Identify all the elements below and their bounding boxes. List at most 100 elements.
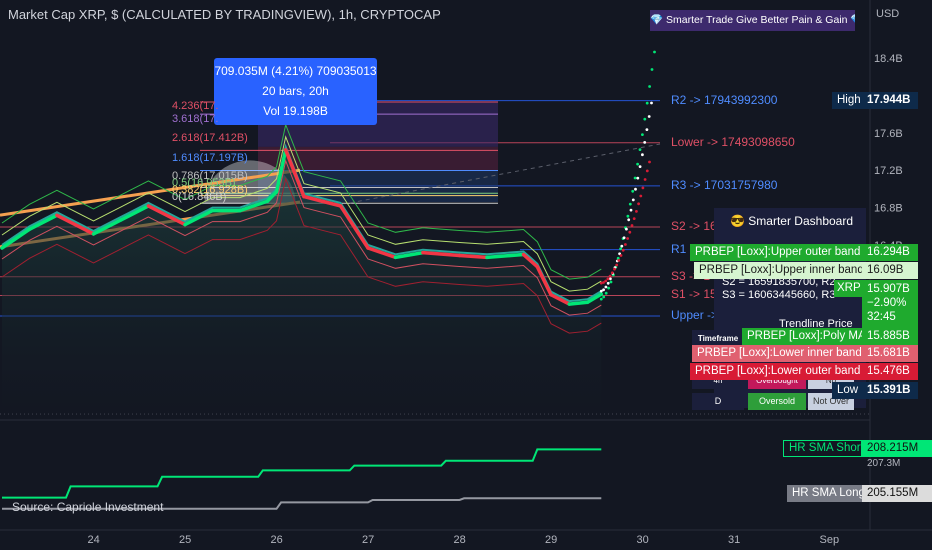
tag-lower-inner-label: PRBEP [Loxx]:Lower inner band: [692, 345, 862, 362]
projection-dot: [622, 236, 626, 240]
projection-dot: [621, 248, 625, 252]
tag-xrp-change: −2.90%: [867, 297, 907, 309]
level-label: R1: [671, 241, 687, 256]
projection-dot: [639, 194, 643, 198]
tag-poly-ma-value: 15.885B: [862, 328, 918, 345]
poly-ma-segment: [567, 300, 590, 306]
projection-dot: [620, 244, 624, 248]
projection-dot: [631, 189, 635, 193]
tag-upper-inner-label: PRBEP [Loxx]:Upper inner band: [694, 262, 864, 279]
tag-hr-short-label: HR SMA Short: [783, 440, 864, 457]
x-tick-label: 28: [454, 534, 466, 546]
projection-dot: [635, 210, 638, 213]
projection-dot: [607, 286, 610, 290]
hr-sma-short-line: [2, 448, 602, 499]
projection-dot: [613, 267, 616, 271]
projection-dots: [599, 50, 656, 301]
projection-dot: [602, 288, 605, 292]
x-axis: 24 25 26 27 28 29 30 31 Sep: [88, 534, 840, 546]
chart-title: Market Cap XRP, $ (CALCULATED BY TRADING…: [8, 7, 441, 22]
tag-upper-outer-value: 16.294B: [862, 244, 918, 261]
projection-dot: [641, 133, 644, 137]
tag-low-value: 15.391B: [862, 382, 918, 399]
tag-xrp-value: 15.907B: [867, 283, 910, 295]
tag-high-value: 17.944B: [862, 92, 918, 109]
projection-dot: [630, 224, 634, 227]
projection-dot: [608, 274, 612, 278]
projection-dot: [653, 50, 656, 54]
promo-banner: 💎 Smarter Trade Give Better Pain & Gain …: [650, 10, 855, 31]
projection-dot: [606, 281, 610, 285]
projection-dot: [624, 243, 627, 246]
projection-dot: [650, 101, 653, 105]
projection-dot: [636, 162, 639, 166]
projection-dot: [643, 117, 647, 121]
projection-dot: [615, 263, 619, 267]
indicator-tick: 207.3M: [867, 458, 901, 469]
tooltip-line-3: Vol 19.198B: [263, 104, 328, 118]
projection-dot: [645, 169, 649, 173]
level-label: R3 -> 17031757980: [671, 177, 778, 192]
projection-dot: [641, 186, 645, 190]
tooltip-line-1: 709.035M (4.21%) 709035013: [214, 64, 377, 78]
level-label: R2 -> 17943992300: [671, 92, 778, 107]
x-tick-label: 29: [545, 534, 557, 546]
projection-dot: [604, 279, 608, 283]
poly-ma-segment: [457, 253, 489, 260]
x-tick-label: 26: [271, 534, 283, 546]
y-tick-label: 17.6B: [874, 128, 903, 140]
tooltip-line-2: 20 bars, 20h: [262, 84, 329, 98]
projection-dot: [606, 277, 610, 281]
tag-high-label: High: [832, 92, 862, 109]
fib-label: 4.236(17.: [172, 100, 219, 112]
projection-dot: [650, 68, 654, 71]
projection-dot: [626, 237, 629, 240]
x-tick-label: 27: [362, 534, 374, 546]
projection-dot: [617, 259, 621, 262]
projection-dot: [599, 297, 603, 301]
measure-tooltip: 709.035M (4.21%) 709035013 20 bars, 20h …: [214, 58, 377, 125]
x-tick-label: 25: [179, 534, 191, 546]
sunglasses-icon: 😎: [730, 214, 745, 228]
projection-dot: [602, 295, 606, 299]
tag-low-label: Low: [832, 382, 862, 399]
projection-dot: [641, 153, 644, 157]
projection-dot: [625, 227, 628, 231]
tag-xrp-label: XRP: [834, 280, 862, 297]
tag-lower-inner-value: 15.681B: [862, 345, 918, 362]
source-label: Source: Capriole Investment: [12, 500, 164, 514]
tag-upper-outer-label: PRBEP [Loxx]:Upper outer band: [690, 244, 862, 261]
dashboard-tf-d: D: [692, 393, 744, 410]
projection-dot: [645, 128, 649, 132]
tag-xrp-box: 15.907B −2.90% 32:45: [862, 280, 918, 328]
projection-dot: [631, 198, 635, 202]
tag-xrp-countdown: 32:45: [867, 311, 896, 323]
x-tick-label: 24: [88, 534, 100, 546]
dashboard-s3-line: S3 = 16063445660, R3: [722, 289, 836, 301]
x-tick-label: 30: [637, 534, 649, 546]
tag-poly-ma-label: PRBEP [Loxx]:Poly MA: [742, 328, 866, 345]
x-tick-label: 31: [728, 534, 740, 546]
projection-dot: [648, 85, 651, 88]
fib-label: 2.618(17.412B): [172, 132, 248, 144]
fib-label: 3.618(17.: [172, 113, 219, 125]
projection-dot: [627, 218, 631, 222]
tag-lower-outer-value: 15.476B: [862, 363, 918, 380]
fib-label: 0(16.846B): [172, 191, 227, 203]
dashboard-title: 😎 Smarter Dashboard: [730, 214, 854, 228]
dashboard-state-d: Oversold: [748, 393, 806, 410]
projection-dot: [638, 148, 642, 152]
projection-dot: [638, 165, 642, 169]
y-tick-label: 18.4B: [874, 53, 903, 65]
projection-dot: [634, 187, 637, 191]
projection-dot: [632, 217, 636, 221]
projection-dot: [633, 176, 637, 180]
y-axis: 18.4B18.0B17.6B17.2B16.8B16.4B: [874, 53, 903, 252]
currency-label[interactable]: USD: [876, 8, 899, 20]
projection-dot: [604, 291, 608, 295]
projection-dot: [645, 101, 649, 105]
projection-dot: [628, 230, 632, 234]
projection-dot: [648, 160, 651, 164]
x-tick-label: Sep: [820, 534, 840, 546]
projection-dot: [610, 271, 614, 275]
